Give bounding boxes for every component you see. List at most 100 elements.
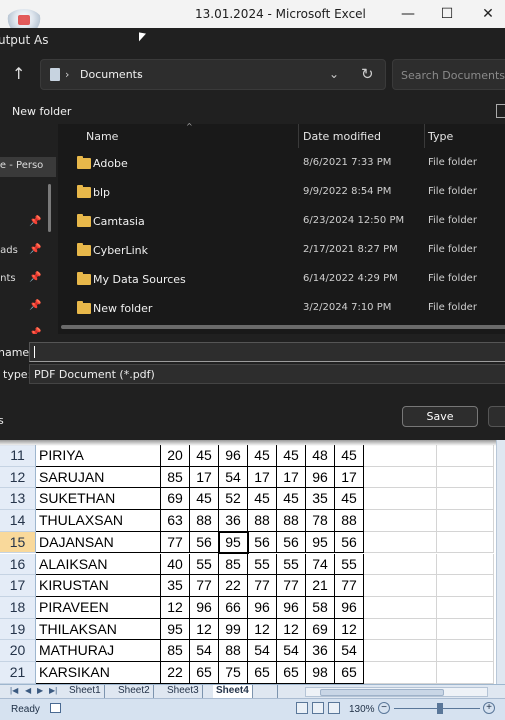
score-cell[interactable]: 17 bbox=[277, 466, 306, 489]
score-cell[interactable]: 54 bbox=[277, 640, 306, 662]
first-sheet-icon[interactable]: |◀ bbox=[10, 686, 18, 695]
tab-sheet2[interactable]: Sheet2 bbox=[115, 685, 154, 698]
empty-cell[interactable] bbox=[437, 466, 494, 489]
student-name-cell[interactable]: PIRAVEEN bbox=[36, 596, 161, 619]
score-cell[interactable]: 95 bbox=[161, 618, 190, 641]
score-cell[interactable]: 96 bbox=[248, 596, 277, 619]
student-name-cell[interactable]: SUKETHAN bbox=[36, 488, 161, 511]
score-cell[interactable]: 77 bbox=[335, 575, 364, 597]
row-header[interactable]: 15 bbox=[0, 531, 36, 554]
score-cell[interactable]: 58 bbox=[306, 596, 335, 619]
vertical-scrollbar[interactable] bbox=[496, 440, 505, 684]
empty-cell[interactable] bbox=[437, 662, 494, 684]
empty-cell[interactable] bbox=[364, 466, 437, 489]
row-header[interactable]: 12 bbox=[0, 466, 36, 489]
score-cell[interactable]: 56 bbox=[277, 531, 306, 554]
score-cell[interactable]: 98 bbox=[306, 662, 335, 684]
score-cell[interactable]: 17 bbox=[335, 466, 364, 489]
file-list-scrollbar[interactable] bbox=[61, 325, 505, 329]
row-header[interactable]: 13 bbox=[0, 488, 36, 511]
next-sheet-icon[interactable]: ▶ bbox=[37, 686, 43, 695]
insert-sheet-icon[interactable] bbox=[260, 685, 278, 698]
score-cell[interactable]: 77 bbox=[248, 575, 277, 597]
horizontal-scrollbar[interactable] bbox=[305, 687, 488, 697]
score-cell[interactable]: 88 bbox=[335, 510, 364, 532]
score-cell[interactable]: 85 bbox=[161, 640, 190, 662]
sidebar-item-pictures[interactable]: s 📌 bbox=[0, 298, 56, 318]
breadcrumb-separator[interactable]: › bbox=[137, 68, 141, 81]
breadcrumb-separator[interactable]: › bbox=[65, 68, 69, 81]
score-cell[interactable]: 85 bbox=[161, 466, 190, 489]
row-header[interactable]: 18 bbox=[0, 596, 36, 619]
score-cell[interactable]: 22 bbox=[161, 662, 190, 684]
empty-cell[interactable] bbox=[364, 553, 437, 576]
score-cell[interactable]: 45 bbox=[248, 488, 277, 511]
score-cell[interactable]: 54 bbox=[335, 640, 364, 662]
score-cell[interactable]: 40 bbox=[161, 553, 190, 576]
save-type-select[interactable]: PDF Document (*.pdf) bbox=[29, 364, 505, 384]
student-name-cell[interactable]: THILAKSAN bbox=[36, 618, 161, 641]
score-cell[interactable]: 54 bbox=[190, 640, 219, 662]
prev-sheet-icon[interactable]: ◀ bbox=[25, 686, 31, 695]
score-cell[interactable]: 35 bbox=[306, 488, 335, 511]
score-cell[interactable]: 12 bbox=[161, 596, 190, 619]
row-header[interactable]: 21 bbox=[0, 662, 36, 684]
student-name-cell[interactable]: KARSIKAN bbox=[36, 662, 161, 684]
empty-cell[interactable] bbox=[364, 640, 437, 662]
maximize-button[interactable]: ☐ bbox=[434, 4, 460, 24]
empty-cell[interactable] bbox=[437, 596, 494, 619]
score-cell[interactable]: 99 bbox=[219, 618, 248, 641]
student-name-cell[interactable]: ALAIKSAN bbox=[36, 553, 161, 576]
student-name-cell[interactable]: SARUJAN bbox=[36, 466, 161, 489]
student-name-cell[interactable]: PIRIYA bbox=[36, 445, 161, 467]
score-cell[interactable]: 75 bbox=[219, 662, 248, 684]
page-break-icon[interactable] bbox=[328, 702, 340, 714]
score-cell[interactable]: 88 bbox=[277, 510, 306, 532]
empty-cell[interactable] bbox=[437, 445, 494, 467]
score-cell[interactable]: 65 bbox=[190, 662, 219, 684]
file-row[interactable]: Camtasia 6/23/2024 12:50 PM File folder bbox=[58, 207, 505, 236]
score-cell[interactable]: 45 bbox=[335, 488, 364, 511]
score-cell[interactable]: 77 bbox=[277, 575, 306, 597]
file-row[interactable]: My Data Sources 6/14/2022 4:29 PM File fol… bbox=[58, 265, 505, 294]
empty-cell[interactable] bbox=[364, 510, 437, 532]
score-cell[interactable]: 66 bbox=[219, 596, 248, 619]
score-cell[interactable]: 95 bbox=[306, 531, 335, 554]
sidebar-scrollbar[interactable] bbox=[48, 184, 51, 232]
file-row[interactable]: blp 9/9/2022 8:54 PM File folder bbox=[58, 178, 505, 207]
score-cell[interactable]: 35 bbox=[161, 575, 190, 597]
score-cell[interactable]: 88 bbox=[219, 640, 248, 662]
score-cell[interactable]: 36 bbox=[219, 510, 248, 532]
tab-sheet3[interactable]: Sheet3 bbox=[164, 685, 203, 698]
score-cell[interactable]: 22 bbox=[219, 575, 248, 597]
close-button[interactable]: ✕ bbox=[475, 4, 501, 24]
tab-sheet4[interactable]: Sheet4 bbox=[213, 685, 253, 698]
score-cell[interactable]: 78 bbox=[306, 510, 335, 532]
score-cell[interactable]: 65 bbox=[335, 662, 364, 684]
column-divider[interactable] bbox=[424, 124, 425, 148]
score-cell[interactable]: 45 bbox=[277, 445, 306, 467]
score-cell[interactable]: 65 bbox=[248, 662, 277, 684]
normal-view-icon[interactable] bbox=[296, 702, 308, 714]
last-sheet-icon[interactable]: ▶| bbox=[49, 686, 57, 695]
sidebar-item-documents[interactable]: ents 📌 bbox=[0, 270, 56, 290]
score-cell[interactable]: 54 bbox=[219, 466, 248, 489]
empty-cell[interactable] bbox=[437, 618, 494, 641]
empty-cell[interactable] bbox=[437, 640, 494, 662]
score-cell[interactable]: 55 bbox=[335, 553, 364, 576]
score-cell[interactable]: 56 bbox=[248, 531, 277, 554]
score-cell[interactable]: 69 bbox=[306, 618, 335, 641]
score-cell[interactable]: 74 bbox=[306, 553, 335, 576]
empty-cell[interactable] bbox=[364, 662, 437, 684]
student-name-cell[interactable]: KIRUSTAN bbox=[36, 575, 161, 597]
chevron-down-icon[interactable]: ⌄ bbox=[329, 67, 339, 81]
column-header-name[interactable]: Name bbox=[86, 130, 118, 143]
empty-cell[interactable] bbox=[364, 488, 437, 511]
score-cell[interactable]: 96 bbox=[306, 466, 335, 489]
breadcrumb-documents[interactable]: Documents bbox=[80, 68, 143, 81]
row-header[interactable]: 11 bbox=[0, 445, 36, 467]
row-header[interactable]: 14 bbox=[0, 510, 36, 532]
score-cell[interactable]: 55 bbox=[248, 553, 277, 576]
score-cell[interactable]: 96 bbox=[335, 596, 364, 619]
score-cell[interactable]: 45 bbox=[248, 445, 277, 467]
